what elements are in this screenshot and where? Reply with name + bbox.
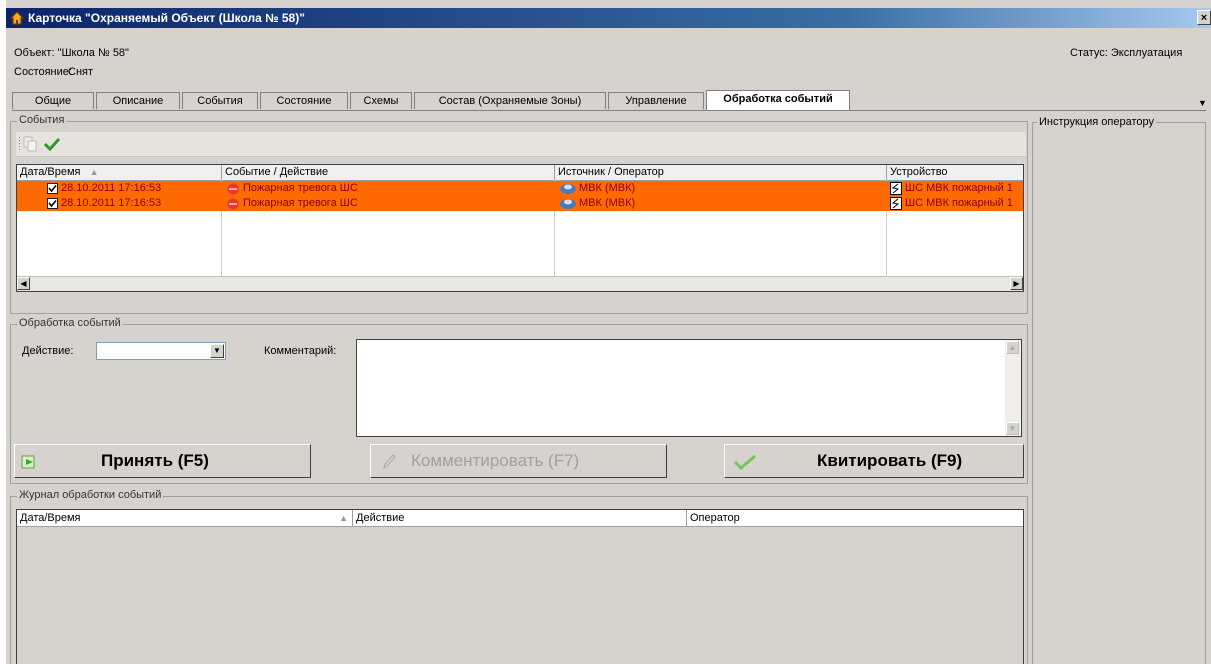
instructions-title: Инструкция оператору [1037,116,1156,128]
events-hscrollbar[interactable]: ◀ ▶ [17,276,1023,291]
journal-col-datetime[interactable]: Дата/Время ▲ [17,510,353,526]
event-datetime: 28.10.2011 17:16:53 [61,182,162,194]
event-source: МВК (МВК) [579,197,636,209]
journal-grid-header: Дата/Время ▲ Действие Оператор [17,510,1023,527]
comment-button[interactable]: Комментировать (F7) [370,444,667,478]
toolbar-grip-icon [19,137,20,150]
scroll-down-icon[interactable]: ▼ [1006,422,1019,435]
tabs-dropdown-icon[interactable]: ▼ [1198,98,1207,108]
col-datetime[interactable]: Дата/Время ▲ [17,165,222,180]
copy-icon[interactable] [23,136,37,152]
event-name: Пожарная тревога ШС [243,197,358,209]
events-grid[interactable]: Дата/Время ▲ Событие / Действие Источник… [16,164,1024,292]
action-label: Действие: [22,345,74,357]
accept-button[interactable]: Принять (F5) [14,444,311,478]
acknowledge-button[interactable]: Квитировать (F9) [724,444,1024,478]
col-device[interactable]: Устройство [887,165,1023,180]
chevron-down-icon[interactable]: ▼ [210,344,224,358]
tab-general[interactable]: Общие [12,92,94,109]
tab-events[interactable]: События [182,92,258,109]
tab-control[interactable]: Управление [608,92,704,109]
tab-event-processing[interactable]: Обработка событий [706,90,850,110]
fire-alarm-icon [227,198,239,210]
loop-icon [890,197,902,210]
card-window: Карточка "Охраняемый Объект (Школа № 58)… [6,0,1211,664]
checkmark-icon [733,454,756,470]
event-name: Пожарная тревога ШС [243,182,358,194]
comment-textarea[interactable]: ▲ ▼ [356,339,1022,437]
events-toolbar [16,132,1026,157]
tab-zones[interactable]: Состав (Охраняемые Зоны) [414,92,606,109]
scroll-up-icon[interactable]: ▲ [1006,341,1019,354]
device-source-icon [560,199,576,209]
comment-label: Комментарий: [264,345,337,357]
event-device: ШС МВК пожарный 1 [905,182,1013,194]
checkbox-checked-icon[interactable] [47,183,58,194]
scroll-left-icon[interactable]: ◀ [17,277,30,290]
tab-schemes[interactable]: Схемы [350,92,412,109]
fire-alarm-icon [227,183,239,195]
arrow-right-icon [21,455,35,469]
title-bar[interactable]: Карточка "Охраняемый Объект (Школа № 58)… [6,8,1211,28]
event-datetime: 28.10.2011 17:16:53 [61,197,162,209]
journal-group-title: Журнал обработки событий [17,489,164,501]
col-source[interactable]: Источник / Оператор [555,165,887,180]
loop-icon [890,182,902,195]
tab-strip: Общие Описание События Состояние Схемы С… [12,90,1202,110]
scroll-right-icon[interactable]: ▶ [1010,277,1023,290]
device-source-icon [560,184,576,194]
instructions-panel: Инструкция оператору [1032,116,1206,664]
comment-vscrollbar[interactable]: ▲ ▼ [1005,340,1021,436]
event-row[interactable]: 28.10.2011 17:16:53 Пожарная тревога ШС … [17,196,1023,211]
action-select[interactable]: ▼ [96,342,226,360]
pencil-icon [383,454,396,470]
window-title: Карточка "Охраняемый Объект (Школа № 58)… [28,11,305,25]
event-row[interactable]: 28.10.2011 17:16:53 Пожарная тревога ШС … [17,181,1023,196]
events-group-title: События [17,114,67,126]
tab-description[interactable]: Описание [96,92,180,109]
check-arrow-icon[interactable] [44,137,60,151]
event-source: МВК (МВК) [579,182,636,194]
col-event[interactable]: Событие / Действие [222,165,555,180]
status-label: Статус: Эксплуатация [1070,47,1183,59]
tab-divider [12,110,1206,111]
close-button[interactable]: × [1197,10,1211,25]
journal-grid[interactable]: Дата/Время ▲ Действие Оператор [16,509,1024,664]
sort-asc-icon: ▲ [339,513,348,523]
sort-asc-icon: ▲ [89,167,99,177]
events-grid-header: Дата/Время ▲ Событие / Действие Источник… [17,165,1023,181]
journal-col-operator[interactable]: Оператор [687,510,1025,526]
journal-col-action[interactable]: Действие [353,510,687,526]
house-icon [10,11,24,25]
tab-state[interactable]: Состояние [260,92,348,109]
processing-group-title: Обработка событий [17,317,123,329]
object-label: Объект: "Школа № 58" [14,47,129,59]
state-label: Состояние: [14,66,72,78]
state-value: Снят [68,66,94,78]
checkbox-checked-icon[interactable] [47,198,58,209]
event-device: ШС МВК пожарный 1 [905,197,1013,209]
